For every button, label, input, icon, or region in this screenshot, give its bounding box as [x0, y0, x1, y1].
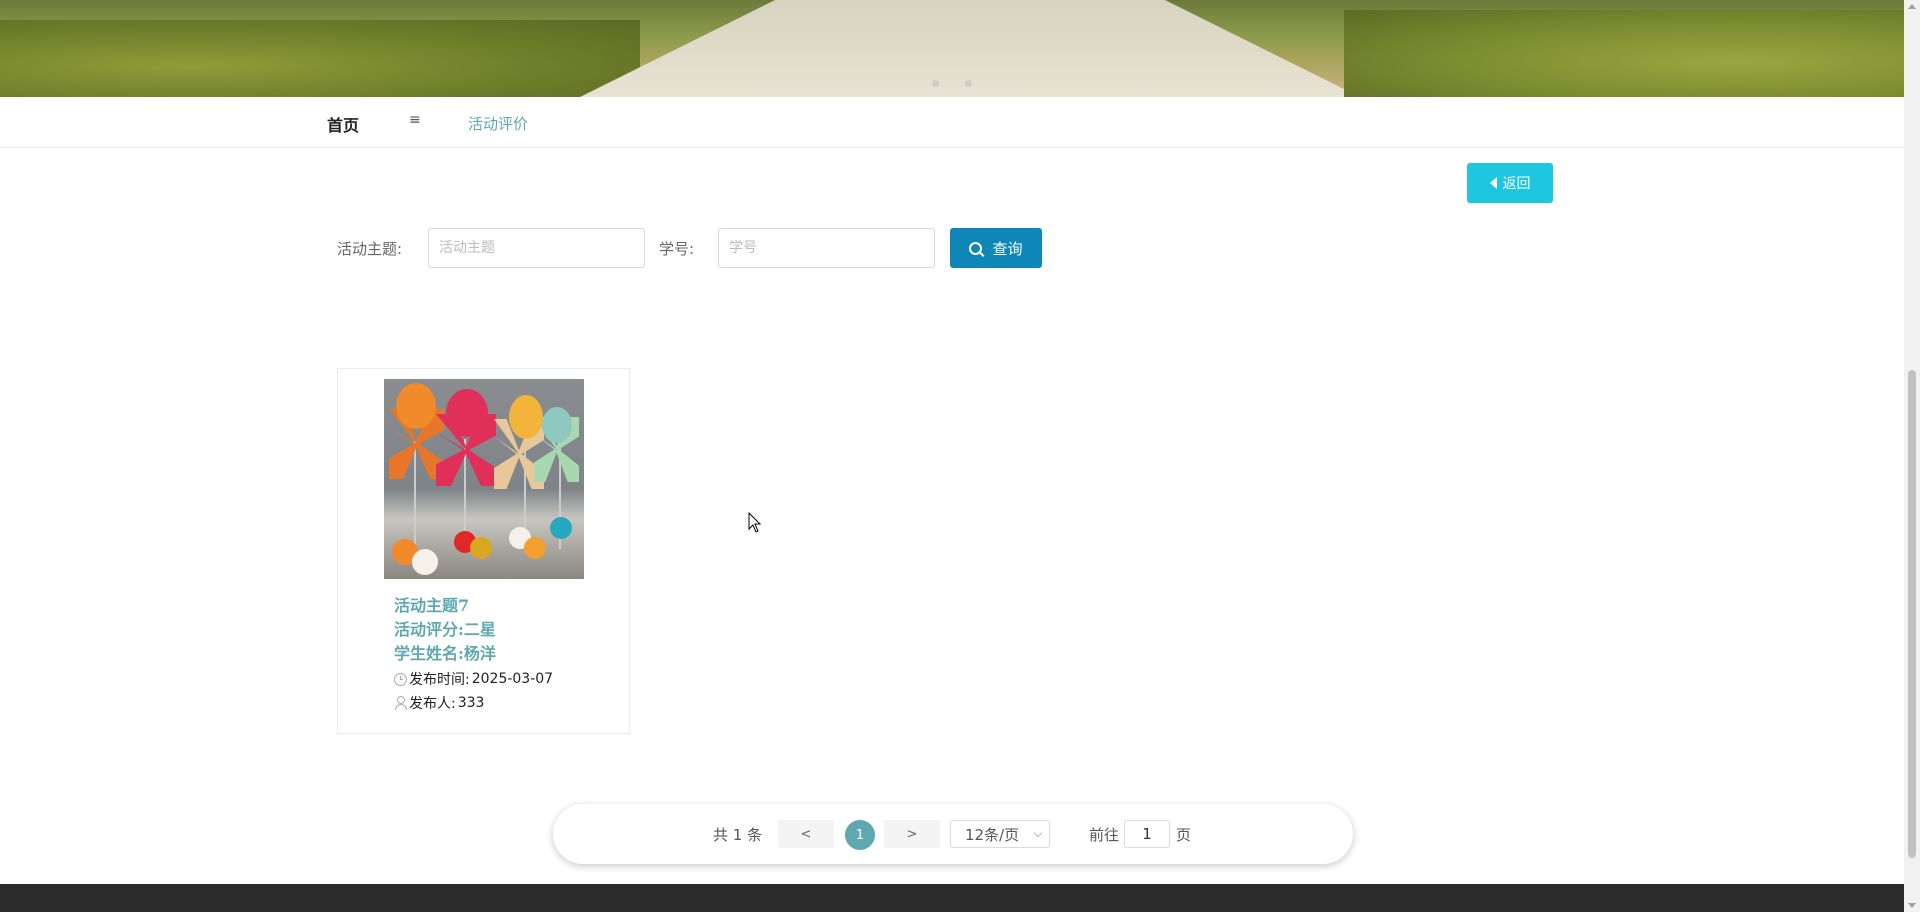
clock-icon — [394, 672, 407, 686]
back-button[interactable]: 返回 — [1467, 163, 1553, 203]
student-id-label: 学号: — [659, 240, 695, 258]
chevron-down-icon — [1033, 828, 1043, 838]
pagination: 共 1 条 < 1 > 12条/页 前往 页 — [553, 804, 1353, 864]
user-icon — [394, 696, 407, 710]
publish-time-row: 发布时间: 2025-03-07 — [394, 669, 553, 689]
publisher-value: 333 — [457, 695, 485, 711]
goto-label: 前往 — [1089, 826, 1120, 844]
banner-hedge-right — [1344, 10, 1904, 97]
carousel-dot[interactable] — [932, 80, 939, 87]
activity-image[interactable] — [384, 379, 584, 579]
card-title[interactable]: 活动主题7 — [394, 592, 469, 616]
footer — [0, 884, 1904, 912]
card-student-name: 学生姓名:杨洋 — [394, 644, 496, 663]
pagination-total: 共 1 条 — [713, 826, 763, 844]
page-number-1[interactable]: 1 — [845, 820, 875, 850]
nav-home-link[interactable]: 首页 — [327, 112, 359, 136]
publish-time-value: 2025-03-07 — [471, 671, 554, 687]
next-page-button[interactable]: > — [884, 820, 940, 848]
publish-time-label: 发布时间: — [409, 672, 470, 688]
menu-icon: ≡ — [409, 112, 421, 128]
page-unit-label: 页 — [1176, 826, 1192, 844]
banner-hedge-left — [0, 20, 640, 97]
publisher-label: 发布人: — [409, 696, 456, 712]
topic-input[interactable] — [428, 228, 645, 268]
scroll-down-icon[interactable] — [1908, 903, 1916, 908]
scroll-thumb[interactable] — [1908, 370, 1916, 858]
query-button[interactable]: 查询 — [950, 228, 1042, 268]
breadcrumb: 首页 ≡ 活动评价 — [0, 97, 1904, 148]
scrollbar[interactable] — [1904, 0, 1920, 912]
scroll-up-icon[interactable] — [1908, 4, 1916, 9]
nav-current-page[interactable]: 活动评价 — [468, 113, 528, 134]
publisher-row: 发布人: 333 — [394, 693, 484, 713]
caret-left-icon — [1489, 177, 1497, 189]
page-size-select[interactable]: 12条/页 — [950, 820, 1050, 848]
mouse-cursor-icon — [748, 512, 762, 533]
carousel-dot[interactable] — [965, 80, 972, 87]
search-icon — [969, 241, 983, 255]
back-button-label: 返回 — [1502, 176, 1531, 192]
activity-card[interactable]: 活动主题7 活动评分:二星 学生姓名:杨洋 发布时间: 2025-03-07 发… — [337, 368, 630, 734]
card-rating: 活动评分:二星 — [394, 620, 496, 639]
goto-page-input[interactable] — [1124, 820, 1170, 848]
banner-image — [0, 0, 1904, 97]
student-id-input[interactable] — [718, 228, 935, 268]
prev-page-button[interactable]: < — [778, 820, 834, 848]
page-size-value: 12条/页 — [965, 825, 1020, 844]
topic-label: 活动主题: — [337, 240, 403, 258]
query-button-label: 查询 — [992, 239, 1023, 258]
